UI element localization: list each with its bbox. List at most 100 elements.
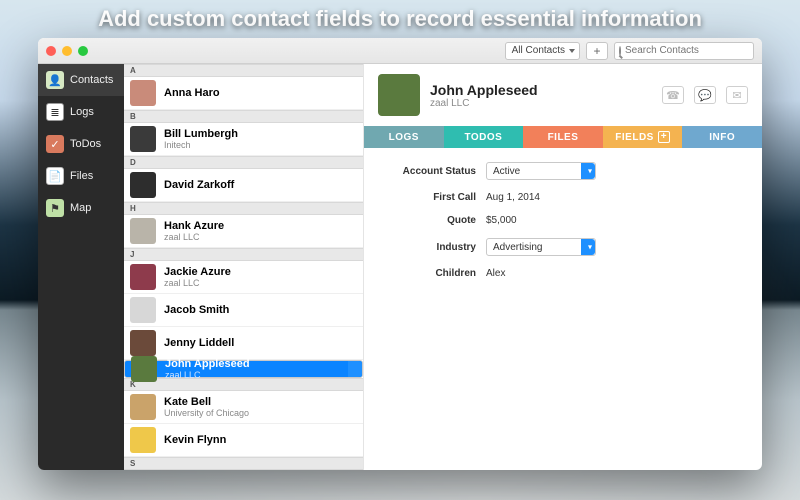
detail-tabs: LOGS TODOS FILES FIELDS+ INFO: [364, 126, 762, 148]
section-header: S: [124, 457, 363, 470]
contact-row[interactable]: Jackie Azurezaal LLC: [124, 261, 363, 294]
search-contacts-field[interactable]: [614, 42, 754, 60]
contact-row-company: zaal LLC: [164, 278, 231, 288]
avatar: [130, 330, 156, 356]
sidebar-item-label: Logs: [70, 106, 94, 118]
contact-row-name: Kate Bell: [164, 396, 249, 408]
tab-info[interactable]: INFO: [682, 126, 762, 148]
field-label: Industry: [380, 242, 476, 253]
field-row: First Call Aug 1, 2014: [380, 192, 746, 203]
contact-row-company: zaal LLC: [165, 370, 250, 380]
contact-company: zaal LLC: [430, 98, 538, 109]
field-label: Quote: [380, 215, 476, 226]
field-select[interactable]: Active ▾: [486, 162, 596, 180]
mail-icon[interactable]: ✉: [726, 86, 748, 104]
phone-icon[interactable]: ☎: [662, 86, 684, 104]
section-header: H: [124, 202, 363, 215]
sidebar-item-contacts[interactable]: 👤 Contacts: [38, 64, 124, 96]
avatar: [130, 394, 156, 420]
app-window: All Contacts + 👤 Contacts ≣ Logs ✓ ToDos 📄 File…: [38, 38, 762, 470]
window-titlebar: All Contacts +: [38, 38, 762, 64]
avatar: [130, 126, 156, 152]
avatar: [130, 297, 156, 323]
section-header: A: [124, 64, 363, 77]
sidebar-item-label: Contacts: [70, 74, 113, 86]
contact-name: John Appleseed: [430, 82, 538, 98]
todos-icon: ✓: [46, 135, 64, 153]
avatar: [130, 427, 156, 453]
contact-row[interactable]: Jacob Smith: [124, 294, 363, 327]
contact-row-name: Jackie Azure: [164, 266, 231, 278]
field-value: Active: [493, 166, 520, 177]
section-header: J: [124, 248, 363, 261]
sidebar-item-label: ToDos: [70, 138, 101, 150]
contacts-icon: 👤: [46, 71, 64, 89]
sidebar-item-files[interactable]: 📄 Files: [38, 160, 124, 192]
marketing-headline: Add custom contact fields to record esse…: [0, 6, 800, 32]
close-icon[interactable]: [46, 46, 56, 56]
contacts-filter-dropdown[interactable]: All Contacts: [505, 42, 580, 60]
tab-files[interactable]: FILES: [523, 126, 603, 148]
tab-todos[interactable]: TODOS: [444, 126, 524, 148]
avatar: [130, 264, 156, 290]
sidebar-item-logs[interactable]: ≣ Logs: [38, 96, 124, 128]
field-label: Account Status: [380, 166, 476, 177]
contact-row-company: Initech: [164, 140, 238, 150]
section-header: D: [124, 156, 363, 169]
field-row: Children Alex: [380, 268, 746, 279]
contact-row-name: Hank Azure: [164, 220, 224, 232]
tab-logs[interactable]: LOGS: [364, 126, 444, 148]
map-icon: ⚑: [46, 199, 64, 217]
contact-row-name: John Appleseed: [165, 358, 250, 370]
contact-row-company: zaal LLC: [164, 232, 224, 242]
zoom-icon[interactable]: [78, 46, 88, 56]
contact-row-name: Anna Haro: [164, 87, 220, 99]
field-row: Quote $5,000: [380, 215, 746, 226]
avatar: [130, 172, 156, 198]
avatar: [131, 356, 157, 382]
sidebar: 👤 Contacts ≣ Logs ✓ ToDos 📄 Files ⚑ Map: [38, 64, 124, 470]
tab-fields[interactable]: FIELDS+: [603, 126, 683, 148]
field-label: First Call: [380, 192, 476, 203]
contact-row-name: David Zarkoff: [164, 179, 234, 191]
chevron-down-icon: ▾: [588, 167, 592, 176]
contact-row[interactable]: David Zarkoff: [124, 169, 363, 202]
section-header: B: [124, 110, 363, 123]
sidebar-item-todos[interactable]: ✓ ToDos: [38, 128, 124, 160]
contact-row[interactable]: Kevin Flynn: [124, 424, 363, 457]
avatar: [130, 218, 156, 244]
add-contact-button[interactable]: +: [586, 42, 608, 60]
files-icon: 📄: [46, 167, 64, 185]
contact-avatar: [378, 74, 420, 116]
search-icon: [619, 46, 621, 56]
contact-row-name: Jacob Smith: [164, 304, 229, 316]
field-select[interactable]: Advertising ▾: [486, 238, 596, 256]
field-value: Aug 1, 2014: [486, 192, 540, 203]
contact-row[interactable]: Anna Haro: [124, 77, 363, 110]
logs-icon: ≣: [46, 103, 64, 121]
add-field-icon[interactable]: +: [658, 131, 670, 143]
field-label: Children: [380, 268, 476, 279]
sidebar-item-label: Map: [70, 202, 91, 214]
contact-row[interactable]: Kate BellUniversity of Chicago: [124, 391, 363, 424]
contact-actions: ☎ 💬 ✉: [662, 86, 748, 104]
contact-row[interactable]: Jenny Liddell: [124, 327, 363, 360]
contact-row[interactable]: Hank Azurezaal LLC: [124, 215, 363, 248]
field-value: $5,000: [486, 215, 517, 226]
contact-row-name: Jenny Liddell: [164, 337, 234, 349]
contact-row[interactable]: John Appleseedzaal LLC: [124, 360, 363, 378]
search-input[interactable]: [625, 45, 757, 56]
field-value: Advertising: [493, 242, 542, 253]
custom-fields-panel: Account Status Active ▾ First Call Aug 1, 20…: [364, 148, 762, 293]
minimize-icon[interactable]: [62, 46, 72, 56]
contact-list[interactable]: AAnna HaroBBill LumberghInitechDDavid Za…: [124, 64, 364, 470]
sidebar-item-map[interactable]: ⚑ Map: [38, 192, 124, 224]
field-row: Industry Advertising ▾: [380, 238, 746, 256]
contact-row-company: University of Chicago: [164, 408, 249, 418]
sidebar-item-label: Files: [70, 170, 93, 182]
contact-row-name: Bill Lumbergh: [164, 128, 238, 140]
contact-row[interactable]: Bill LumberghInitech: [124, 123, 363, 156]
chat-icon[interactable]: 💬: [694, 86, 716, 104]
chevron-down-icon: ▾: [588, 243, 592, 252]
field-value: Alex: [486, 268, 505, 279]
